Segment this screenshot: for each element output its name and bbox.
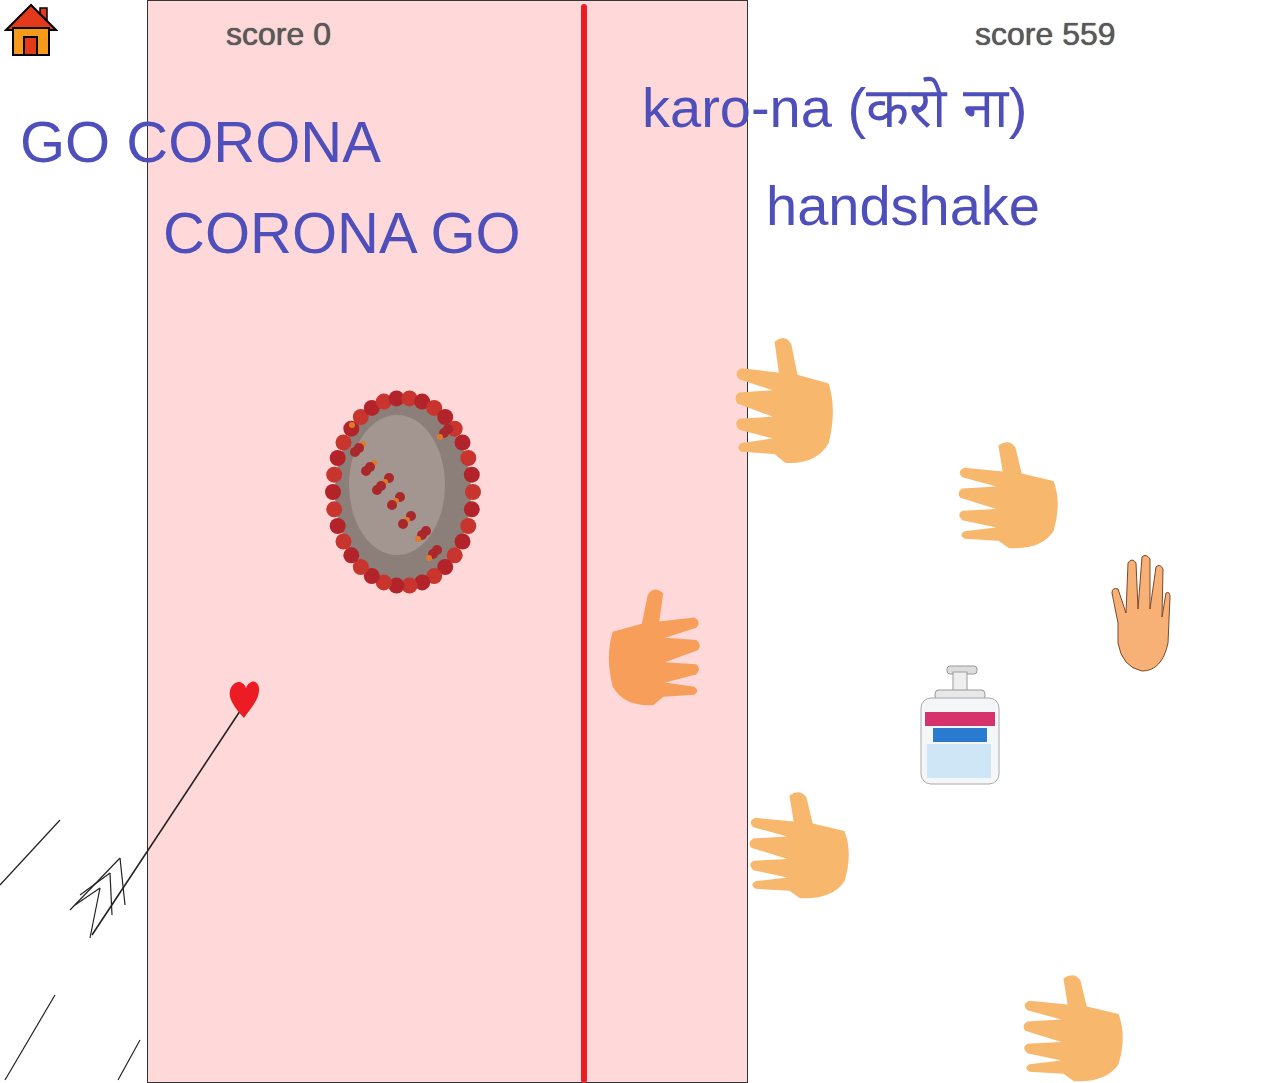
caption: karo-na (करो ना) [642,74,1027,142]
score-label: score 0 [226,14,331,54]
caption: handshake [766,172,1040,240]
slogan: GO CORONA [20,108,381,176]
slogan: CORONA GO [163,199,521,267]
game-canvas[interactable]: score 0 score 559 GO CORONA CORONA GO ka… [0,0,1272,1083]
hand-icon[interactable] [956,438,1062,550]
raised-hand-icon[interactable] [1108,553,1172,675]
home-icon[interactable] [4,2,58,58]
sanitizer-icon[interactable] [917,664,1001,786]
hand-icon[interactable] [733,333,837,465]
score-label: score 559 [975,14,1116,54]
hand-icon[interactable] [747,788,853,900]
hand-icon[interactable] [1021,971,1127,1083]
virus-icon[interactable] [322,385,484,600]
divider-line [581,4,587,1083]
hand-icon[interactable] [605,585,702,707]
